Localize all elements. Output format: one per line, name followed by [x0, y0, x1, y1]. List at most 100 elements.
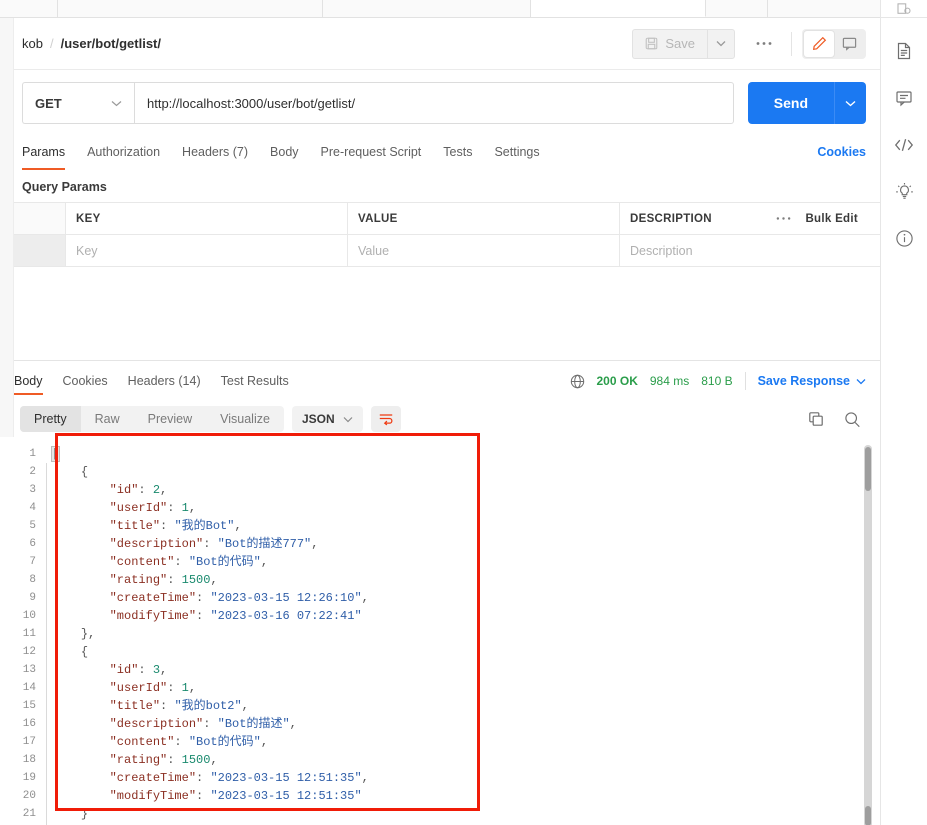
- response-tab-test-results[interactable]: Test Results: [221, 361, 289, 401]
- code-token: ,: [160, 483, 168, 497]
- code-line: {: [52, 463, 880, 481]
- response-body-viewer[interactable]: 1 2 3 4 5 6 7 8 9 10 11 12 13 14 15 16 17 18 19 20 21 [ { "i…: [0, 437, 880, 825]
- code-snippet-icon[interactable]: [881, 121, 927, 168]
- column-header-description: DESCRIPTION Bulk Edit: [620, 203, 880, 234]
- line-number: 8: [29, 574, 36, 586]
- description-input[interactable]: Description: [620, 235, 880, 266]
- table-options-button[interactable]: [776, 216, 791, 221]
- select-all-checkbox-cell[interactable]: [14, 203, 66, 234]
- response-format-select[interactable]: JSON: [291, 406, 363, 432]
- word-wrap-icon[interactable]: [370, 406, 401, 432]
- save-response-label: Save Response: [757, 374, 850, 388]
- tab-body[interactable]: Body: [270, 136, 299, 168]
- table-row[interactable]: Key Value Description: [0, 235, 880, 267]
- code-token: :: [160, 519, 175, 533]
- code-line: "title": "我的Bot",: [52, 517, 880, 535]
- more-actions-button[interactable]: [747, 29, 781, 59]
- code-fold-guide: [46, 463, 47, 825]
- scrollbar-thumb-lower[interactable]: [865, 806, 871, 825]
- save-response-button[interactable]: Save Response: [758, 374, 866, 388]
- documentation-icon[interactable]: [881, 27, 927, 74]
- tab-authorization[interactable]: Authorization: [87, 136, 160, 168]
- code-token: "rating": [109, 573, 168, 587]
- response-status-group: 200 OK 984 ms 810 B Save Response: [570, 372, 867, 390]
- tab-params[interactable]: Params: [22, 136, 66, 170]
- line-number: 9: [29, 592, 36, 604]
- url-input-value: http://localhost:3000/user/bot/getlist/: [147, 95, 356, 111]
- tab-settings[interactable]: Settings: [494, 136, 539, 168]
- bulk-edit-button[interactable]: Bulk Edit: [805, 213, 858, 225]
- breadcrumb: kob / /user/bot/getlist/: [22, 36, 161, 51]
- code-token: "id": [109, 483, 139, 497]
- code-token: "content": [109, 555, 175, 569]
- search-icon[interactable]: [838, 406, 866, 432]
- info-icon[interactable]: [881, 215, 927, 262]
- copy-icon[interactable]: [802, 406, 830, 432]
- code-line: "description": "Bot的描述",: [52, 715, 880, 733]
- code-token: "2023-03-15 12:51:35": [210, 771, 362, 785]
- send-options-caret[interactable]: [834, 82, 866, 124]
- tab-strip-filler: [768, 0, 880, 17]
- globe-icon: [570, 374, 585, 389]
- tab-pre-request-script[interactable]: Pre-request Script: [321, 136, 422, 168]
- code-token: "title": [109, 699, 161, 713]
- code-token: "2023-03-15 12:26:10": [210, 591, 362, 605]
- response-scrollbar[interactable]: [864, 445, 872, 820]
- code-token: :: [203, 717, 218, 731]
- save-button[interactable]: Save: [632, 28, 707, 59]
- comments-icon[interactable]: [881, 74, 927, 121]
- line-number: 5: [29, 520, 36, 532]
- code-line: "content": "Bot的代码",: [52, 553, 880, 571]
- workspace-tab[interactable]: [0, 0, 58, 17]
- workspace-tab[interactable]: [58, 0, 323, 17]
- cookies-link[interactable]: Cookies: [817, 145, 866, 159]
- response-tab-cookies[interactable]: Cookies: [63, 361, 108, 401]
- code-token: ,: [311, 537, 319, 551]
- code-token: 1500: [181, 753, 211, 767]
- response-tab-headers[interactable]: Headers (14): [128, 361, 201, 401]
- breadcrumb-collection[interactable]: kob: [22, 36, 43, 51]
- pencil-icon[interactable]: [804, 30, 834, 57]
- send-button[interactable]: Send: [747, 82, 834, 124]
- code-line: "id": 3,: [52, 661, 880, 679]
- key-input[interactable]: Key: [66, 235, 348, 266]
- workspace-tab[interactable]: [323, 0, 531, 17]
- view-mode-raw[interactable]: Raw: [81, 406, 134, 432]
- code-token: :: [196, 591, 211, 605]
- save-options-caret[interactable]: [707, 28, 735, 59]
- code-line: "createTime": "2023-03-15 12:26:10",: [52, 589, 880, 607]
- code-line: "userId": 1,: [52, 499, 880, 517]
- view-mode-preview[interactable]: Preview: [134, 406, 206, 432]
- scrollbar-thumb[interactable]: [865, 447, 871, 491]
- breadcrumb-request-name[interactable]: /user/bot/getlist/: [61, 36, 161, 51]
- url-input[interactable]: http://localhost:3000/user/bot/getlist/: [134, 82, 734, 124]
- row-checkbox-cell[interactable]: [14, 235, 66, 266]
- line-number: 15: [22, 700, 36, 712]
- code-token: :: [138, 483, 153, 497]
- code-line: [: [50, 445, 880, 463]
- view-mode-visualize[interactable]: Visualize: [206, 406, 284, 432]
- code-token: :: [174, 555, 189, 569]
- workspace-tab[interactable]: [706, 0, 768, 17]
- view-mode-pretty[interactable]: Pretty: [20, 406, 81, 432]
- request-tab-strip[interactable]: [0, 0, 880, 18]
- mock-lightbulb-icon[interactable]: [881, 168, 927, 215]
- code-token: "content": [109, 735, 175, 749]
- rail-top-icon[interactable]: [881, 0, 927, 18]
- code-token: },: [80, 627, 96, 641]
- chevron-down-icon: [343, 416, 353, 423]
- value-input[interactable]: Value: [348, 235, 620, 266]
- response-tab-body[interactable]: Body: [14, 361, 43, 401]
- view-mode-toggle: [802, 28, 866, 59]
- json-code-area[interactable]: [ { "id": 2, "userId": 1, "title": "我的Bo…: [42, 437, 880, 825]
- tab-tests[interactable]: Tests: [443, 136, 472, 168]
- http-method-select[interactable]: GET: [22, 82, 134, 124]
- code-line: "id": 2,: [52, 481, 880, 499]
- code-line: },: [52, 625, 880, 643]
- code-token: ,: [361, 591, 369, 605]
- workspace-tab-active[interactable]: [531, 0, 706, 17]
- response-scrollbar-lower[interactable]: [864, 804, 872, 825]
- comment-icon[interactable]: [834, 31, 864, 57]
- code-token: "Bot的描述": [217, 717, 290, 731]
- tab-headers[interactable]: Headers (7): [182, 136, 248, 168]
